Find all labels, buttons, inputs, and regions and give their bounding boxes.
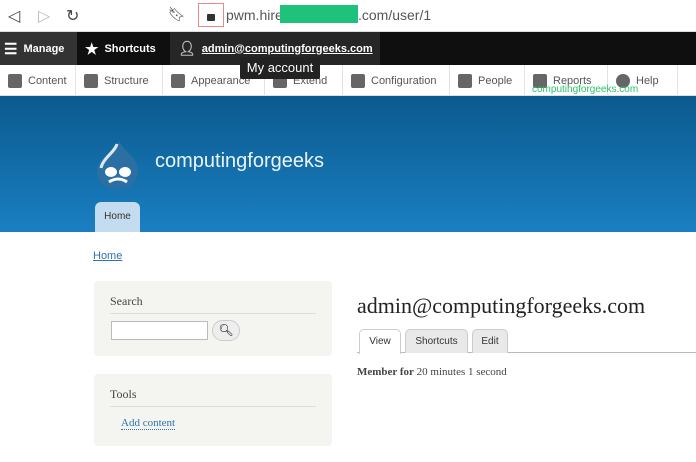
page-title: admin@computingforgeeks.com: [357, 293, 646, 318]
browser-bar: ◁ ▷ ↻ 🔖︎ pwm.hire .com/user/1: [0, 0, 696, 32]
search-heading: Search: [110, 294, 143, 308]
tab-view[interactable]: View: [359, 329, 401, 354]
manage-label: Manage: [23, 42, 65, 55]
search-block: Search 🔍︎: [94, 281, 332, 356]
tray-label: Configuration: [371, 74, 437, 87]
back-icon[interactable]: ◁: [8, 6, 20, 26]
url-suffix[interactable]: .com/user/1: [358, 3, 431, 27]
reload-icon[interactable]: ↻: [66, 6, 79, 26]
search-icon: 🔍︎: [218, 323, 234, 337]
url-redaction: [280, 5, 358, 23]
tray-label: Content: [28, 74, 67, 87]
wrench-icon: [351, 73, 365, 88]
search-button[interactable]: 🔍︎: [212, 320, 240, 341]
breadcrumb-home[interactable]: Home: [93, 250, 122, 262]
tray-item-structure[interactable]: Structure: [76, 65, 163, 96]
home-tab[interactable]: Home: [95, 202, 140, 232]
shortcuts-button[interactable]: ★ Shortcuts: [77, 32, 170, 65]
tray-label: Help: [636, 74, 659, 87]
tools-heading: Tools: [110, 387, 137, 401]
menu-icon: ☰: [4, 40, 18, 58]
watermark: computingforgeeks.com: [532, 84, 639, 95]
file-icon: [8, 73, 22, 88]
add-content-link[interactable]: Add content: [121, 417, 176, 430]
user-icon: 👤︎: [178, 40, 196, 56]
forward-icon[interactable]: ▷: [38, 6, 50, 26]
search-input[interactable]: [111, 321, 208, 340]
people-icon: [458, 73, 472, 88]
tray-item-configuration[interactable]: Configuration: [343, 65, 450, 96]
star-icon: ★: [85, 40, 99, 58]
user-label: admin@computingforgeeks.com: [201, 42, 373, 55]
member-label: Member for: [357, 366, 414, 378]
manage-button[interactable]: ☰ Manage: [0, 32, 77, 65]
shortcuts-label: Shortcuts: [104, 42, 156, 55]
tools-block: Tools Add content: [94, 374, 332, 446]
sitemap-icon: [84, 73, 98, 88]
bookmark-icon[interactable]: 🔖︎: [168, 6, 186, 23]
tab-edit[interactable]: Edit: [472, 329, 508, 353]
tray-item-people[interactable]: People: [450, 65, 525, 96]
tray-item-content[interactable]: Content: [0, 65, 76, 96]
user-tabs: View Shortcuts Edit: [357, 329, 696, 354]
member-for: Member for 20 minutes 1 second: [357, 366, 507, 378]
brush-icon: [171, 73, 185, 88]
tray-label: Structure: [104, 74, 149, 87]
tray-label: People: [478, 74, 513, 87]
tooltip: My account: [240, 57, 320, 79]
site-name[interactable]: computingforgeeks: [155, 150, 324, 173]
member-value: 20 minutes 1 second: [416, 366, 507, 378]
drupal-logo-icon[interactable]: [95, 138, 140, 190]
lock-icon[interactable]: [198, 3, 224, 27]
divider: [110, 406, 316, 407]
divider: [110, 313, 316, 314]
tab-shortcuts[interactable]: Shortcuts: [405, 329, 468, 353]
url-prefix[interactable]: pwm.hire: [226, 3, 283, 27]
admin-toolbar: ☰ Manage ★ Shortcuts 👤︎ admin@computingforg…: [0, 32, 696, 65]
